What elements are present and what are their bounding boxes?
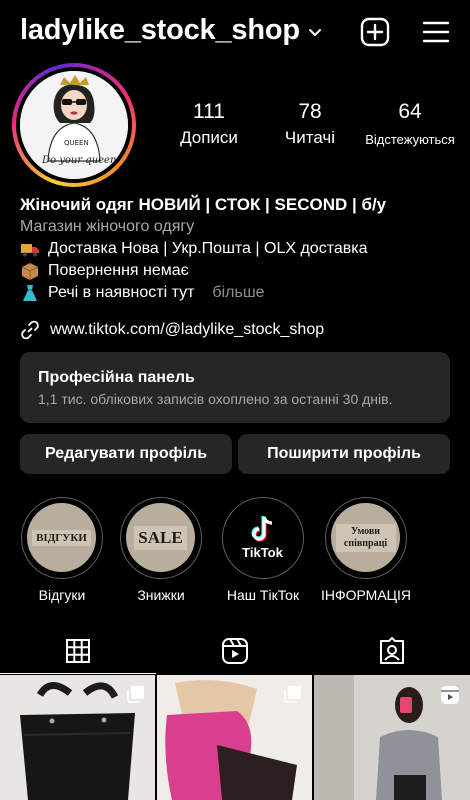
highlight-reviews[interactable]: ВІДГУКИ Відгуки	[21, 497, 103, 603]
highlight-cover: TikTok	[228, 503, 297, 572]
professional-dashboard[interactable]: Професійна панель 1,1 тис. облікових зап…	[20, 352, 450, 423]
following-stat[interactable]: 64 Відстежуються	[360, 100, 460, 147]
svg-text:QUEEN: QUEEN	[64, 139, 89, 147]
followers-label: Читачі	[284, 128, 336, 147]
tagged-icon	[380, 637, 404, 664]
highlight-info[interactable]: Умови співпраці ІНФОРМАЦІЯ	[321, 497, 411, 603]
edit-profile-button[interactable]: Редагувати профіль	[20, 434, 232, 474]
post-tile[interactable]	[157, 675, 312, 800]
chevron-down-icon[interactable]	[308, 28, 322, 38]
pro-panel-title: Професійна панель	[38, 369, 195, 386]
highlight-tiktok[interactable]: TikTok Наш ТікТок	[222, 497, 304, 603]
highlight-sale[interactable]: SALE Знижки	[120, 497, 202, 603]
link-icon	[21, 320, 39, 340]
tab-posts-grid[interactable]	[0, 628, 156, 674]
top-bar: ladylike_stock_shop	[0, 0, 470, 66]
highlight-cover: SALE	[126, 503, 195, 572]
highlight-label: Наш ТікТок	[226, 587, 300, 603]
profile-link[interactable]: www.tiktok.com/@ladylike_stock_shop	[20, 320, 324, 340]
posts-label: Дописи	[180, 128, 238, 147]
pro-panel-subtitle: 1,1 тис. облікових записів охоплено за о…	[38, 391, 393, 407]
carousel-icon	[127, 686, 144, 703]
profile-tabs	[0, 628, 470, 674]
posts-stat[interactable]: 111 Дописи	[168, 100, 250, 148]
reels-icon	[222, 638, 248, 664]
tab-tagged[interactable]	[314, 628, 470, 674]
posts-count: 111	[193, 100, 225, 123]
followers-count: 78	[298, 100, 322, 123]
story-ring[interactable]: QUEEN Do your queen	[12, 63, 136, 187]
profile-category[interactable]: Магазин жіночого одягу	[20, 216, 460, 238]
avatar-caption: Do your queen	[42, 155, 117, 166]
bio-line-stock: Речі в наявності тут більше	[20, 282, 460, 304]
highlight-label: Знижки	[137, 587, 185, 603]
tab-reels[interactable]	[157, 628, 313, 674]
post-tile[interactable]	[0, 675, 155, 800]
bio-returns-text: Повернення немає	[48, 262, 189, 279]
grid-icon	[66, 639, 90, 663]
new-post-icon[interactable]	[359, 16, 391, 48]
tiktok-icon	[250, 516, 272, 542]
profile-link-text[interactable]: www.tiktok.com/@ladylike_stock_shop	[50, 321, 324, 339]
following-label: Відстежуються	[365, 132, 455, 147]
highlight-cover: ВІДГУКИ	[27, 503, 96, 572]
reel-icon	[441, 686, 459, 704]
profile-name: Жіночий одяг НОВИЙ | СТОК | SECOND | б/у	[20, 195, 387, 214]
highlight-cover: Умови співпраці	[331, 503, 400, 572]
avatar[interactable]: QUEEN Do your queen	[20, 71, 128, 179]
highlight-label: ІНФОРМАЦІЯ	[320, 587, 412, 603]
menu-icon[interactable]	[420, 16, 452, 48]
bio-line-delivery: Доставка Нова | Укр.Пошта | OLX доставка	[20, 238, 460, 260]
bio: Жіночий одяг НОВИЙ | СТОК | SECOND | б/у…	[20, 194, 460, 304]
package-emoji	[21, 263, 39, 280]
share-profile-button[interactable]: Поширити профіль	[238, 434, 450, 474]
bio-delivery-text: Доставка Нова | Укр.Пошта | OLX доставка	[48, 240, 368, 257]
dress-emoji	[23, 285, 37, 301]
posts-grid	[0, 675, 470, 800]
bio-stock-text: Речі в наявності тут	[48, 284, 195, 301]
followers-stat[interactable]: 78 Читачі	[270, 100, 350, 148]
carousel-icon	[284, 686, 301, 703]
truck-emoji	[21, 244, 39, 257]
highlight-label: Відгуки	[38, 587, 86, 603]
post-tile[interactable]	[314, 675, 470, 800]
account-switcher[interactable]: ladylike_stock_shop	[20, 14, 322, 47]
bio-line-returns: Повернення немає	[20, 260, 460, 282]
more-link[interactable]: більше	[212, 282, 264, 304]
following-count: 64	[398, 100, 422, 123]
username[interactable]: ladylike_stock_shop	[20, 14, 300, 47]
active-tab-indicator	[0, 672, 156, 674]
